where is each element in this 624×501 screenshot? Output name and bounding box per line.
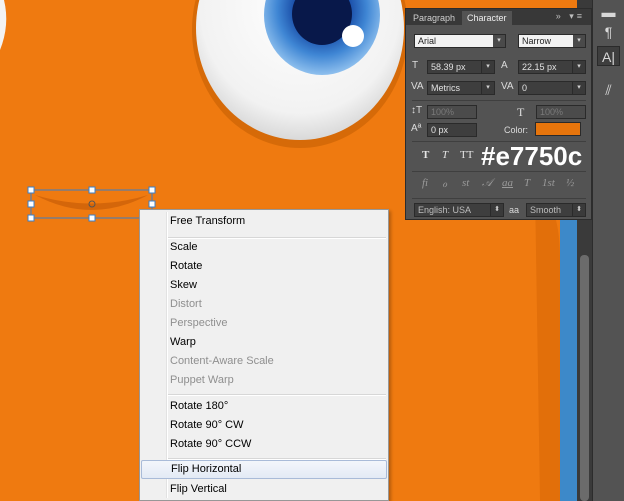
- ligatures-button[interactable]: fi: [422, 177, 428, 189]
- baseline-shift-icon: Aª: [411, 123, 422, 134]
- character-icon[interactable]: A|: [597, 46, 620, 66]
- font-family-value: Arial: [418, 36, 437, 46]
- vertical-scale-value: 100%: [431, 107, 455, 117]
- hex-color-label: #e7750c: [481, 141, 583, 171]
- menu-separator: [168, 394, 386, 396]
- horizontal-scale-value: 100%: [540, 107, 564, 117]
- horizontal-scale-icon: T: [517, 105, 525, 119]
- antialias-value: Smooth: [530, 205, 562, 215]
- kerning-icon: VA: [411, 81, 424, 92]
- menu-item-flip-vertical[interactable]: Flip Vertical: [141, 480, 387, 499]
- menu-item-flip-horizontal[interactable]: Flip Horizontal: [141, 460, 387, 479]
- font-style-value: Narrow: [522, 36, 552, 46]
- tab-character[interactable]: Character: [462, 11, 512, 25]
- panel-divider: [412, 100, 586, 101]
- scrollbar-thumb[interactable]: [580, 255, 589, 501]
- dock-handle-icon[interactable]: ▬: [597, 2, 620, 22]
- panel-divider: [412, 198, 586, 199]
- horizontal-scale-field[interactable]: 100%: [536, 105, 586, 119]
- vertical-scale-field[interactable]: 100%: [427, 105, 477, 119]
- paragraph-icon[interactable]: ¶: [597, 22, 620, 42]
- font-style-select[interactable]: Narrow ▾: [518, 34, 586, 48]
- language-value: English: USA: [418, 205, 472, 215]
- font-size-value: 58.39 px: [431, 62, 466, 72]
- menu-item-scale[interactable]: Scale: [141, 238, 387, 257]
- tracking-value: 0: [522, 83, 528, 93]
- old-style-button[interactable]: ℴ: [442, 177, 447, 190]
- chevron-updown-icon: ⬍: [572, 204, 585, 216]
- menu-item-warp[interactable]: Warp: [141, 333, 387, 352]
- panel-tabbar: Paragraph Character » ▾≡: [406, 9, 591, 25]
- all-caps-button[interactable]: TT: [460, 149, 473, 161]
- character-panel: Paragraph Character » ▾≡ Arial ▾ Narrow …: [405, 8, 592, 220]
- titling-alternates-button[interactable]: T: [524, 177, 530, 189]
- color-label: Color:: [504, 125, 529, 135]
- chevron-down-icon: ▾: [573, 35, 585, 47]
- font-size-icon: T: [412, 60, 419, 71]
- chevron-down-icon: ▾: [572, 61, 585, 73]
- brush-icon[interactable]: ⫽: [597, 80, 620, 100]
- eye-highlight: [342, 25, 364, 47]
- panel-menu-icon[interactable]: » ▾≡: [556, 11, 585, 22]
- menu-item-rotate-90-ccw[interactable]: Rotate 90° CCW: [141, 435, 387, 454]
- leading-field[interactable]: 22.15 px ▾: [518, 60, 586, 74]
- chevron-down-icon: ▾: [481, 61, 494, 73]
- baseline-shift-field[interactable]: 0 px: [427, 123, 477, 137]
- stylistic-alternates-button[interactable]: aa: [502, 177, 513, 189]
- kerning-field[interactable]: Metrics ▾: [427, 81, 495, 95]
- menu-item-puppet-warp[interactable]: Puppet Warp: [141, 371, 387, 390]
- antialias-select[interactable]: Smooth ⬍: [526, 203, 586, 217]
- ordinals-button[interactable]: 1st: [542, 177, 555, 189]
- antialias-icon: aa: [509, 205, 520, 215]
- swash-button[interactable]: 𝒜: [482, 177, 492, 190]
- leading-value: 22.15 px: [522, 62, 557, 72]
- menu-item-rotate-180[interactable]: Rotate 180°: [141, 397, 387, 416]
- transform-context-menu: Free Transform Scale Rotate Skew Distort…: [139, 209, 389, 501]
- menu-item-perspective[interactable]: Perspective: [141, 314, 387, 333]
- discretionary-ligatures-button[interactable]: st: [462, 177, 469, 189]
- tracking-icon: VA: [501, 81, 514, 92]
- vertical-scale-icon: ↕T: [411, 105, 423, 116]
- chevron-down-icon: ▾: [493, 35, 505, 47]
- baseline-shift-value: 0 px: [431, 125, 449, 135]
- font-family-select[interactable]: Arial ▾: [414, 34, 506, 48]
- faux-bold-button[interactable]: T: [422, 149, 429, 161]
- font-size-field[interactable]: 58.39 px ▾: [427, 60, 495, 74]
- menu-item-distort[interactable]: Distort: [141, 295, 387, 314]
- right-panel-dock: ▬ ¶ A| ⫽: [592, 0, 624, 501]
- menu-item-rotate-90-cw[interactable]: Rotate 90° CW: [141, 416, 387, 435]
- chevron-down-icon: ▾: [572, 82, 585, 94]
- leading-icon: A: [501, 60, 508, 71]
- menu-item-rotate[interactable]: Rotate: [141, 257, 387, 276]
- faux-italic-button[interactable]: T: [442, 149, 448, 161]
- chevron-down-icon: ▾: [481, 82, 494, 94]
- text-color-swatch[interactable]: [535, 122, 581, 136]
- menu-item-skew[interactable]: Skew: [141, 276, 387, 295]
- tracking-field[interactable]: 0 ▾: [518, 81, 586, 95]
- menu-item-content-aware-scale[interactable]: Content-Aware Scale: [141, 352, 387, 371]
- tab-paragraph[interactable]: Paragraph: [408, 11, 460, 25]
- menu-item-free-transform[interactable]: Free Transform: [141, 212, 387, 231]
- chevron-updown-icon: ⬍: [490, 204, 503, 216]
- kerning-value: Metrics: [431, 83, 460, 93]
- fractions-button[interactable]: ½: [566, 177, 574, 189]
- language-select[interactable]: English: USA ⬍: [414, 203, 504, 217]
